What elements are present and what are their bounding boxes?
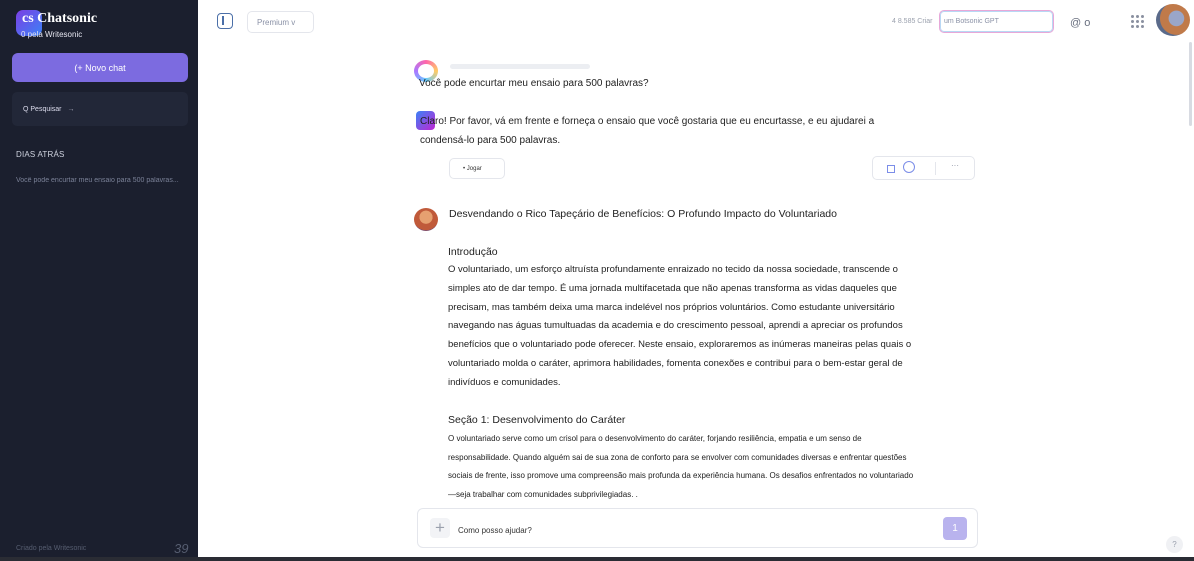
help-icon[interactable]: ?: [1166, 536, 1183, 553]
bot-message: Claro! Por favor, vá em frente e forneça…: [420, 116, 875, 146]
history-item[interactable]: Você pode encurtar meu ensaio para 500 p…: [16, 177, 198, 184]
bottom-strip: [0, 557, 1194, 561]
section1-body: O voluntariado serve como um crisol para…: [448, 434, 914, 499]
user-message: Você pode encurtar meu ensaio para 500 p…: [419, 78, 649, 89]
message-actions: ···: [872, 156, 975, 180]
at-icon[interactable]: @ o: [1070, 17, 1090, 29]
circle-icon[interactable]: [903, 161, 915, 173]
arrow-icon: →: [67, 105, 75, 113]
jogar-button[interactable]: • Jogar: [449, 158, 505, 179]
brand-subtitle: 0 pela Writesonic: [21, 30, 83, 39]
user-avatar-2: [414, 208, 438, 231]
brand-name: cs Chatsonic: [22, 11, 98, 26]
square-icon[interactable]: [887, 165, 895, 173]
more-icon[interactable]: ···: [951, 161, 959, 170]
intro-heading: Introdução: [448, 246, 498, 258]
divider: [935, 162, 936, 175]
history-section-label: DIAS ATRÁS: [16, 150, 65, 159]
new-chat-button[interactable]: (+ Novo chat: [12, 53, 188, 82]
sidebar: cs Chatsonic 0 pela Writesonic (+ Novo c…: [0, 0, 198, 557]
create-botsonic-button[interactable]: um Botsonic GPT: [939, 10, 1054, 33]
avatar[interactable]: [1156, 4, 1190, 36]
essay-title: Desvendando o Rico Tapeçário de Benefíci…: [449, 208, 837, 220]
brand[interactable]: cs Chatsonic 0 pela Writesonic: [14, 8, 134, 44]
footer-count: 39: [174, 541, 189, 556]
chat-input[interactable]: [458, 523, 898, 537]
grid-icon[interactable]: [1131, 15, 1144, 28]
search-button[interactable]: Q Pesquisar →: [12, 92, 188, 126]
section1-heading: Seção 1: Desenvolvimento do Caráter: [448, 414, 626, 426]
footer-credit: Criado pela Writesonic: [16, 545, 87, 552]
premium-dropdown[interactable]: Premium v: [247, 11, 314, 33]
panel-toggle-icon[interactable]: [217, 13, 233, 29]
search-label: Q Pesquisar: [23, 105, 62, 113]
composer: + 1: [417, 508, 978, 548]
intro-body: O voluntariado, um esforço altruísta pro…: [448, 264, 912, 388]
blurred-username: [450, 64, 590, 69]
scrollbar[interactable]: [1189, 42, 1192, 126]
plus-icon[interactable]: +: [430, 518, 450, 538]
send-button[interactable]: 1: [943, 517, 967, 540]
stats-text: 4 8.585 Criar: [892, 18, 933, 25]
